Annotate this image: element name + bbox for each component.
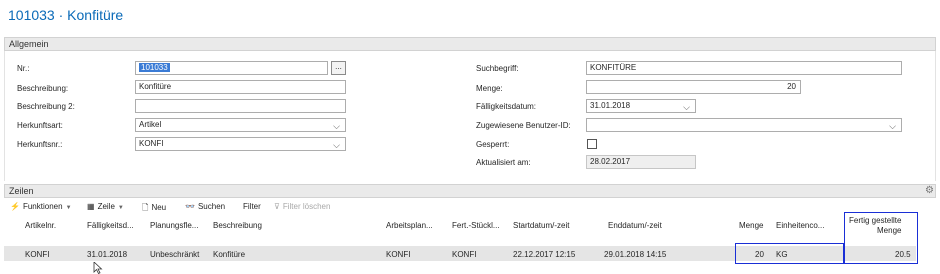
description-field[interactable]: Konfitüre xyxy=(135,80,346,94)
settings-icon[interactable]: ⚙ xyxy=(925,185,934,196)
description-label: Beschreibung: xyxy=(17,84,69,93)
cell-end-datetime[interactable]: 29.01.2018 14:15 xyxy=(604,250,666,259)
quantity-label: Menge: xyxy=(476,84,503,93)
cell-routing[interactable]: KONFI xyxy=(386,250,410,259)
binoculars-icon: 👓 xyxy=(185,202,195,211)
last-updated-field: 28.02.2017 xyxy=(586,155,696,169)
nr-field[interactable]: 101033 xyxy=(135,61,328,75)
new-label: Neu xyxy=(151,203,167,212)
functions-menu[interactable]: ⚡ Funktionen ▼ xyxy=(10,202,72,211)
quantity-field[interactable]: 20 xyxy=(586,80,801,94)
column-header-quantity[interactable]: Menge xyxy=(739,221,763,231)
source-type-value: Artikel xyxy=(139,120,162,129)
source-no-label: Herkunftsnr.: xyxy=(17,140,63,149)
chevron-down-icon: ⌵ xyxy=(333,121,340,131)
last-updated-label: Aktualisiert am: xyxy=(476,158,531,167)
description2-field[interactable] xyxy=(135,99,346,113)
page-title: 101033 · Konfitüre xyxy=(8,7,124,23)
search-button[interactable]: 👓 Suchen xyxy=(185,202,225,211)
clear-filter-icon: ⊽ xyxy=(274,202,280,211)
mouse-cursor-icon xyxy=(93,262,103,274)
due-date-label: Fälligkeitsdatum: xyxy=(476,102,537,111)
search-label: Suchen xyxy=(197,202,226,211)
chevron-down-icon: ⌵ xyxy=(333,140,340,150)
new-button[interactable]: 🗋 Neu xyxy=(142,202,166,216)
section-header-lines[interactable]: Zeilen xyxy=(4,184,936,198)
column-header-planning-flexibility[interactable]: Planungsfle... xyxy=(150,221,198,231)
nr-label: Nr.: xyxy=(17,64,30,73)
caret-down-icon: ▼ xyxy=(117,205,124,211)
assigned-user-select[interactable]: ⌵ xyxy=(586,118,902,132)
source-no-value: KONFI xyxy=(139,139,164,148)
lines-toolbar: ⚡ Funktionen ▼ ▦ Zeile ▼ 🗋 Neu 👓 Suchen Filter… xyxy=(4,200,936,216)
assigned-user-label: Zugewiesene Benutzer-ID: xyxy=(476,121,571,130)
column-header-item-no[interactable]: Artikelnr. xyxy=(25,221,56,231)
column-header-end-datetime[interactable]: Enddatum/-zeit xyxy=(608,221,662,231)
new-document-icon: 🗋 xyxy=(142,203,149,212)
functions-label: Funktionen xyxy=(22,202,63,211)
due-date-value: 31.01.2018 xyxy=(590,101,631,110)
column-header-routing[interactable]: Arbeitsplan... xyxy=(386,221,433,231)
chevron-down-icon: ⌵ xyxy=(683,102,690,112)
column-header-due-date[interactable]: Fälligkeitsd... xyxy=(87,221,134,231)
search-name-label: Suchbegriff: xyxy=(476,64,519,73)
lightning-icon: ⚡ xyxy=(10,202,20,211)
caret-down-icon: ▼ xyxy=(65,205,72,211)
description2-label: Beschreibung 2: xyxy=(17,102,75,111)
cell-due-date[interactable]: 31.01.2018 xyxy=(87,250,127,259)
cell-description[interactable]: Konfitüre xyxy=(213,250,245,259)
filter-button[interactable]: Filter xyxy=(243,202,261,211)
nr-value: 101033 xyxy=(139,63,170,72)
blocked-checkbox[interactable] xyxy=(587,139,597,149)
cell-prod-bom[interactable]: KONFI xyxy=(452,250,476,259)
blocked-label: Gesperrt: xyxy=(476,140,510,149)
clear-filter-button[interactable]: ⊽ Filter löschen xyxy=(274,202,330,211)
chevron-down-icon: ⌵ xyxy=(889,121,896,131)
source-type-label: Herkunftsart: xyxy=(17,121,63,130)
cell-item-no[interactable]: KONFI xyxy=(25,250,49,259)
source-no-select[interactable]: KONFI ⌵ xyxy=(135,137,346,151)
column-header-description[interactable]: Beschreibung xyxy=(213,221,262,231)
cell-planning-flexibility[interactable]: Unbeschränkt xyxy=(150,250,199,259)
column-header-unit-of-measure[interactable]: Einheitenco... xyxy=(776,221,824,231)
highlight-box-finished-quantity xyxy=(844,212,918,264)
line-menu-label: Zeile xyxy=(97,202,115,211)
grid-icon: ▦ xyxy=(87,202,95,211)
column-header-prod-bom[interactable]: Fert.-Stückl... xyxy=(452,221,500,231)
section-header-general[interactable]: Allgemein xyxy=(4,37,936,51)
clear-filter-label: Filter löschen xyxy=(282,202,331,211)
nr-lookup-button[interactable]: ... xyxy=(331,61,346,75)
highlight-box-quantity-unit xyxy=(735,243,844,264)
line-menu[interactable]: ▦ Zeile ▼ xyxy=(87,202,124,211)
search-name-field[interactable]: KONFITÜRE xyxy=(586,61,902,75)
source-type-select[interactable]: Artikel ⌵ xyxy=(135,118,346,132)
column-header-start-datetime[interactable]: Startdatum/-zeit xyxy=(513,221,569,231)
cell-start-datetime[interactable]: 22.12.2017 12:15 xyxy=(513,250,575,259)
due-date-select[interactable]: 31.01.2018 ⌵ xyxy=(586,99,696,113)
